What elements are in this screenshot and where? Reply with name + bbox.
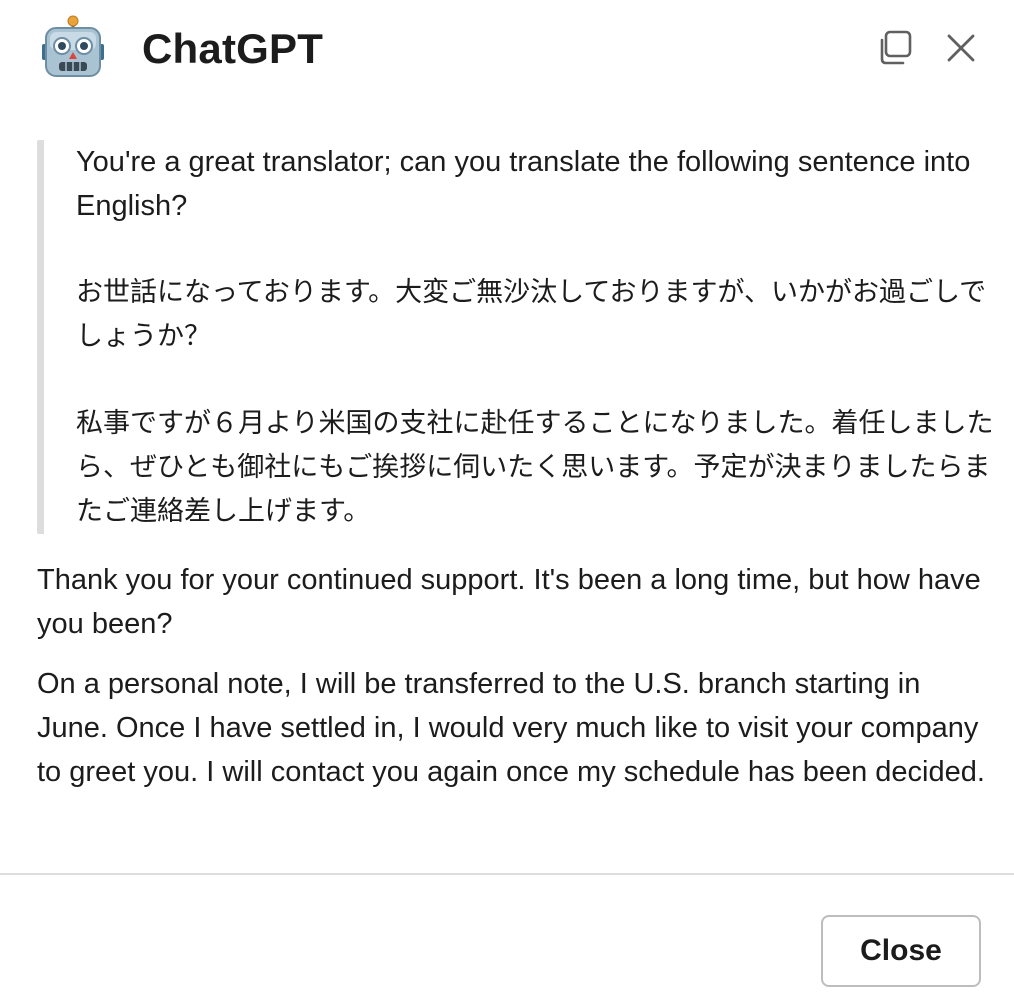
message-content: You're a great translator; can you trans… bbox=[37, 140, 997, 794]
close-button[interactable] bbox=[941, 28, 981, 68]
prompt-intro: You're a great translator; can you trans… bbox=[76, 146, 971, 222]
response-paragraph-2: On a personal note, I will be transferre… bbox=[37, 668, 985, 788]
footer-divider bbox=[0, 873, 1014, 875]
message-modal: ChatGPT You're a great translator; can y… bbox=[0, 0, 1014, 1008]
response-paragraph-1: Thank you for your continued support. It… bbox=[37, 564, 981, 640]
close-icon bbox=[941, 28, 981, 68]
modal-title: ChatGPT bbox=[142, 25, 324, 72]
robot-icon bbox=[40, 14, 106, 80]
copy-button[interactable] bbox=[875, 28, 915, 68]
copy-icon bbox=[875, 28, 915, 68]
prompt-quote: You're a great translator; can you trans… bbox=[37, 140, 997, 534]
footer-close-button[interactable]: Close bbox=[821, 915, 981, 987]
prompt-japanese-paragraph-1: お世話になっております。大変ご無沙汰しておりますが、いかがお過ごしでしょうか？ bbox=[76, 277, 987, 352]
modal-header: ChatGPT bbox=[0, 0, 1014, 100]
prompt-japanese-paragraph-2: 私事ですが６月より米国の支社に赴任することになりました。着任しましたら、ぜひとも… bbox=[76, 408, 994, 527]
